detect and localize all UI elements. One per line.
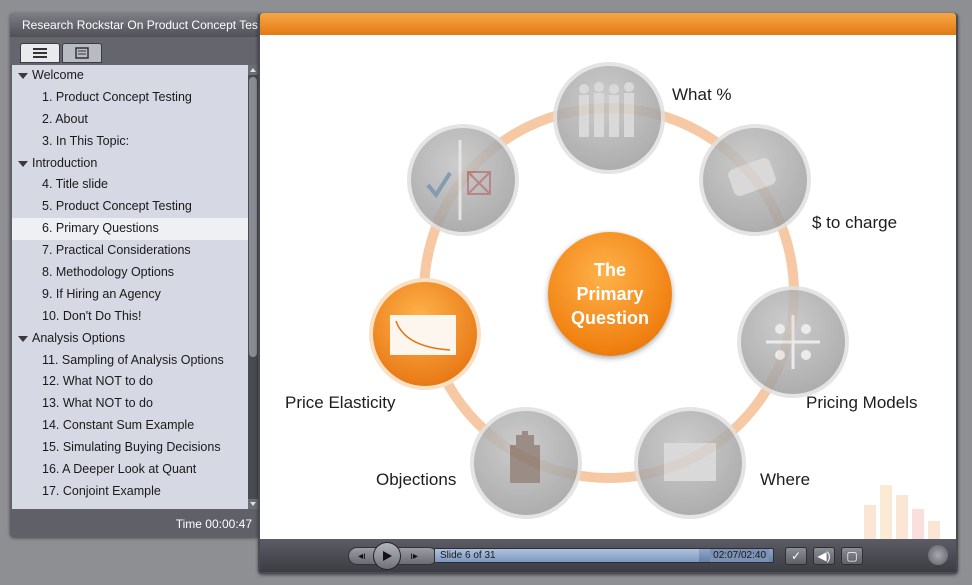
scroll-down-icon[interactable] <box>248 499 258 509</box>
forward-button[interactable]: ı▸ <box>402 547 426 565</box>
toc-label: 6. Primary Questions <box>42 221 159 236</box>
toc-label: 2. About <box>42 111 88 126</box>
toc-label: 4. Title slide <box>42 177 109 192</box>
sidebar-tabs <box>10 37 260 65</box>
toc-label: Welcome <box>32 68 84 82</box>
label-price-elasticity: Price Elasticity <box>285 393 396 412</box>
fullscreen-icon: ▢ <box>846 549 858 563</box>
volume-button[interactable]: ◀) <box>813 547 835 565</box>
sidebar-panel: Research Rockstar On Product Concept Tes… <box>10 13 260 537</box>
notes-icon <box>75 47 89 59</box>
play-icon <box>383 551 392 561</box>
toc-label: 9. If Hiring an Agency <box>42 286 161 301</box>
toc-item[interactable]: 9. If Hiring an Agency <box>12 284 248 306</box>
elapsed-time: Time 00:00:47 <box>175 517 252 531</box>
toc-item[interactable]: 11. Sampling of Analysis Options <box>12 350 248 372</box>
scroll-thumb[interactable] <box>249 77 257 357</box>
volume-icon: ◀) <box>817 549 831 563</box>
tab-notes[interactable] <box>62 43 102 63</box>
hand-icon <box>470 407 582 519</box>
toc-label: 15. Simulating Buying Decisions <box>42 440 221 455</box>
toc-label: 14. Constant Sum Example <box>42 418 195 433</box>
toc-item[interactable]: 13. What NOT to do <box>12 393 248 415</box>
check-button[interactable]: ✓ <box>785 547 807 565</box>
check-icon: ✓ <box>790 549 802 563</box>
toc-item[interactable]: 2. About <box>12 109 248 131</box>
toc-item[interactable]: 7. Practical Considerations <box>12 240 248 262</box>
toc-label: 3. In This Topic: <box>42 133 130 148</box>
people-icon <box>553 62 665 174</box>
toc-item[interactable]: 15. Simulating Buying Decisions <box>12 437 248 459</box>
player-panel: The Primary Question What % $ to charge Pr… <box>258 13 958 574</box>
slide-header-bar <box>260 13 956 35</box>
play-button[interactable] <box>373 542 401 570</box>
toc-item[interactable]: 4. Title slide <box>12 174 248 196</box>
map-icon <box>634 407 746 519</box>
player-logo-icon <box>928 545 948 565</box>
window-title: Research Rockstar On Product Concept Tes… <box>10 13 260 37</box>
price-elasticity-chart-icon <box>369 278 481 390</box>
center-line2: Primary <box>576 284 644 304</box>
toc-label: Introduction <box>32 155 98 170</box>
label-where: Where <box>760 470 811 489</box>
toc-item[interactable]: 3. In This Topic: <box>12 131 248 153</box>
toc-label: 17. Conjoint Example <box>42 483 161 498</box>
label-what-percent: What % <box>672 85 732 104</box>
elapsed-counter: 02:07/02:40 <box>710 549 769 562</box>
expand-triangle-icon[interactable] <box>18 73 28 79</box>
player-controls: ◂ı ı▸ Slide 6 of 31 02:07/02:40 ✓ ◀) ▢ <box>260 539 956 572</box>
toc-item[interactable]: 8. Methodology Options <box>12 262 248 284</box>
toc-label: 10. Don't Do This! <box>42 308 142 323</box>
toc-section[interactable]: Analysis Options <box>12 328 248 350</box>
checkbox-icon <box>407 124 519 236</box>
toc-label: 1. Product Concept Testing <box>42 89 192 104</box>
toc-item[interactable]: 6. Primary Questions <box>12 218 248 241</box>
toc-label: 12. What NOT to do <box>42 374 153 389</box>
fullscreen-button[interactable]: ▢ <box>841 547 863 565</box>
toc-item[interactable]: 14. Constant Sum Example <box>12 415 248 437</box>
toc-item[interactable]: 16. A Deeper Look at Quant <box>12 459 248 481</box>
grid-icon <box>737 286 849 398</box>
expand-triangle-icon[interactable] <box>18 335 28 342</box>
toc-label: 8. Methodology Options <box>42 265 175 280</box>
rewind-icon: ◂ı <box>358 550 366 562</box>
toc-label: 11. Sampling of Analysis Options <box>42 352 224 367</box>
toc-item[interactable]: 10. Don't Do This! <box>12 306 248 328</box>
rewind-button[interactable]: ◂ı <box>350 547 374 565</box>
toc-label: Analysis Options <box>32 330 126 345</box>
toc-label: 13. What NOT to do <box>42 396 153 411</box>
tab-outline[interactable] <box>20 43 60 63</box>
table-of-contents: Welcome 1. Product Concept Testing 2. Abou… <box>12 65 248 509</box>
slide-canvas: The Primary Question What % $ to charge Pr… <box>260 35 956 549</box>
toc-label: 5. Product Concept Testing <box>42 199 192 214</box>
primary-question-circle: The Primary Question <box>548 232 672 356</box>
label-objections: Objections <box>376 470 457 489</box>
toc-label: 16. A Deeper Look at Quant <box>42 462 197 477</box>
center-line1: The <box>593 260 626 280</box>
forward-icon: ı▸ <box>410 550 418 562</box>
toc-item[interactable]: 1. Product Concept Testing <box>12 87 248 109</box>
scroll-up-icon[interactable] <box>248 65 258 75</box>
toc-item[interactable]: 17. Conjoint Example <box>12 481 248 503</box>
toc-scrollbar[interactable] <box>248 65 258 509</box>
toc-item[interactable]: 12. What NOT to do <box>12 371 248 393</box>
toc-section[interactable]: Welcome <box>12 65 248 87</box>
toc-item[interactable]: 5. Product Concept Testing <box>12 196 248 218</box>
toc-label: 7. Practical Considerations <box>42 243 191 258</box>
center-line3: Question <box>570 308 649 328</box>
slide-count: Slide 6 of 31 <box>440 550 496 561</box>
money-icon <box>699 124 811 236</box>
label-pricing-models: Pricing Models <box>806 393 918 412</box>
expand-triangle-icon[interactable] <box>18 160 28 167</box>
label-to-charge: $ to charge <box>812 213 898 232</box>
toc-section[interactable]: Introduction <box>12 153 248 175</box>
progress-bar[interactable]: Slide 6 of 31 02:07/02:40 <box>434 548 774 563</box>
list-icon <box>33 48 47 58</box>
